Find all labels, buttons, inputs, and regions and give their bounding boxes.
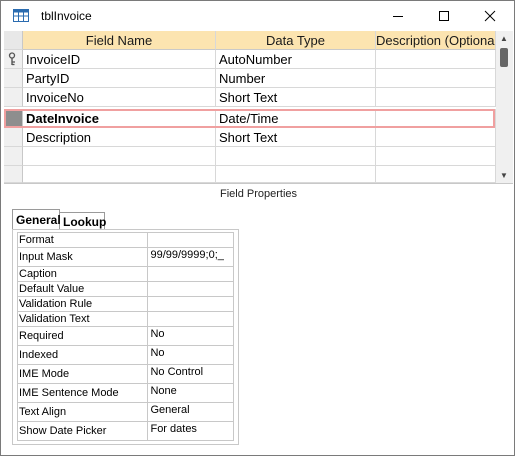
property-name: Input Mask xyxy=(16,247,149,267)
row-selector[interactable] xyxy=(4,166,23,183)
property-name: IME Mode xyxy=(16,364,149,384)
property-row[interactable]: IME Sentence Mode None xyxy=(16,383,234,403)
scroll-up-arrow-icon[interactable]: ▲ xyxy=(500,34,508,43)
description-cell[interactable] xyxy=(376,128,496,147)
property-row[interactable]: Required No xyxy=(16,326,234,346)
grid-header: Field Name Data Type Description (Option… xyxy=(4,31,496,50)
data-type-cell[interactable]: Date/Time xyxy=(216,109,376,128)
property-value[interactable]: None xyxy=(147,383,234,403)
header-corner[interactable] xyxy=(4,31,23,50)
property-value[interactable]: For dates xyxy=(147,421,234,441)
data-type-cell[interactable]: Number xyxy=(216,69,376,88)
scrollbar-thumb[interactable] xyxy=(500,48,508,67)
table-row[interactable]: InvoiceNo Short Text xyxy=(4,88,496,107)
close-icon xyxy=(484,10,496,22)
description-cell[interactable] xyxy=(376,88,496,107)
property-row[interactable]: Caption xyxy=(16,266,234,282)
property-value[interactable] xyxy=(147,232,234,248)
property-row[interactable]: IME Mode No Control xyxy=(16,364,234,384)
property-value[interactable] xyxy=(147,296,234,312)
title-bar[interactable]: tblInvoice xyxy=(1,1,514,31)
table-row-current[interactable]: DateInvoice Date/Time xyxy=(4,109,496,128)
property-value[interactable] xyxy=(147,311,234,327)
property-row[interactable]: Default Value xyxy=(16,281,234,297)
property-value[interactable]: No xyxy=(147,326,234,346)
property-row[interactable]: Show Date Picker For dates xyxy=(16,421,234,441)
field-properties-table: Format Input Mask 99/99/9999;0;_ Caption … xyxy=(16,232,234,441)
table-row[interactable]: InvoiceID AutoNumber xyxy=(4,50,496,69)
property-name: IME Sentence Mode xyxy=(16,383,149,403)
property-name: Text Align xyxy=(16,402,149,422)
property-name: Show Date Picker xyxy=(16,421,149,441)
row-selector[interactable] xyxy=(4,147,23,166)
description-cell[interactable] xyxy=(376,166,496,183)
table-row-empty[interactable] xyxy=(4,166,496,183)
row-selector-current[interactable] xyxy=(4,109,23,128)
property-name: Required xyxy=(16,326,149,346)
close-button[interactable] xyxy=(467,1,513,31)
field-name-cell[interactable] xyxy=(23,147,216,166)
table-row[interactable]: PartyID Number xyxy=(4,69,496,88)
data-type-cell[interactable] xyxy=(216,166,376,183)
property-name: Validation Text xyxy=(16,311,149,327)
data-type-cell[interactable] xyxy=(216,147,376,166)
maximize-button[interactable] xyxy=(421,1,467,31)
row-selector[interactable] xyxy=(4,128,23,147)
scroll-down-arrow-icon[interactable]: ▼ xyxy=(500,171,508,180)
property-row[interactable]: Input Mask 99/99/9999;0;_ xyxy=(16,247,234,267)
field-properties-label: Field Properties xyxy=(219,188,298,200)
row-selector[interactable] xyxy=(4,69,23,88)
row-selector[interactable] xyxy=(4,88,23,107)
description-cell[interactable] xyxy=(376,147,496,166)
minimize-button[interactable] xyxy=(375,1,421,31)
column-header-field-name[interactable]: Field Name xyxy=(23,31,216,50)
field-name-cell[interactable] xyxy=(23,166,216,183)
property-name: Indexed xyxy=(16,345,149,365)
table-row[interactable]: Description Short Text xyxy=(4,128,496,147)
tab-general[interactable]: General xyxy=(12,209,61,230)
property-row[interactable]: Validation Rule xyxy=(16,296,234,312)
table-design-window: tblInvoice Field Name Data Type Descript… xyxy=(0,0,515,456)
column-header-data-type[interactable]: Data Type xyxy=(216,31,376,50)
field-grid: Field Name Data Type Description (Option… xyxy=(4,31,496,183)
property-row[interactable]: Format xyxy=(16,232,234,248)
data-type-cell[interactable]: Short Text xyxy=(216,128,376,147)
field-name-cell[interactable]: Description xyxy=(23,128,216,147)
field-name-cell[interactable]: InvoiceID xyxy=(23,50,216,69)
tab-lookup[interactable]: Lookup xyxy=(60,212,106,230)
grid-divider xyxy=(4,183,513,184)
property-value[interactable]: No Control xyxy=(147,364,234,384)
table-icon xyxy=(13,9,29,22)
property-row[interactable]: Indexed No xyxy=(16,345,234,365)
vertical-scrollbar[interactable]: ▲ ▼ xyxy=(496,31,513,183)
field-name-cell[interactable]: DateInvoice xyxy=(23,109,216,128)
table-row-empty[interactable] xyxy=(4,147,496,166)
description-cell[interactable] xyxy=(376,50,496,69)
field-name-cell[interactable]: PartyID xyxy=(23,69,216,88)
field-name-cell[interactable]: InvoiceNo xyxy=(23,88,216,107)
minimize-icon xyxy=(393,16,403,17)
maximize-icon xyxy=(439,11,449,21)
row-selector[interactable] xyxy=(4,50,23,69)
property-row[interactable]: Text Align General xyxy=(16,402,234,422)
property-name: Caption xyxy=(16,266,149,282)
property-value[interactable]: General xyxy=(147,402,234,422)
primary-key-icon xyxy=(8,52,16,66)
property-name: Format xyxy=(16,232,149,248)
property-value[interactable]: 99/99/9999;0;_ xyxy=(147,247,234,267)
description-cell[interactable] xyxy=(376,109,496,128)
window-title: tblInvoice xyxy=(41,9,92,23)
data-type-cell[interactable]: Short Text xyxy=(216,88,376,107)
property-name: Default Value xyxy=(16,281,149,297)
property-row[interactable]: Validation Text xyxy=(16,311,234,327)
property-value[interactable] xyxy=(147,266,234,282)
column-header-description[interactable]: Description (Optional) xyxy=(376,31,496,50)
property-name: Validation Rule xyxy=(16,296,149,312)
property-value[interactable]: No xyxy=(147,345,234,365)
property-value[interactable] xyxy=(147,281,234,297)
data-type-cell[interactable]: AutoNumber xyxy=(216,50,376,69)
description-cell[interactable] xyxy=(376,69,496,88)
